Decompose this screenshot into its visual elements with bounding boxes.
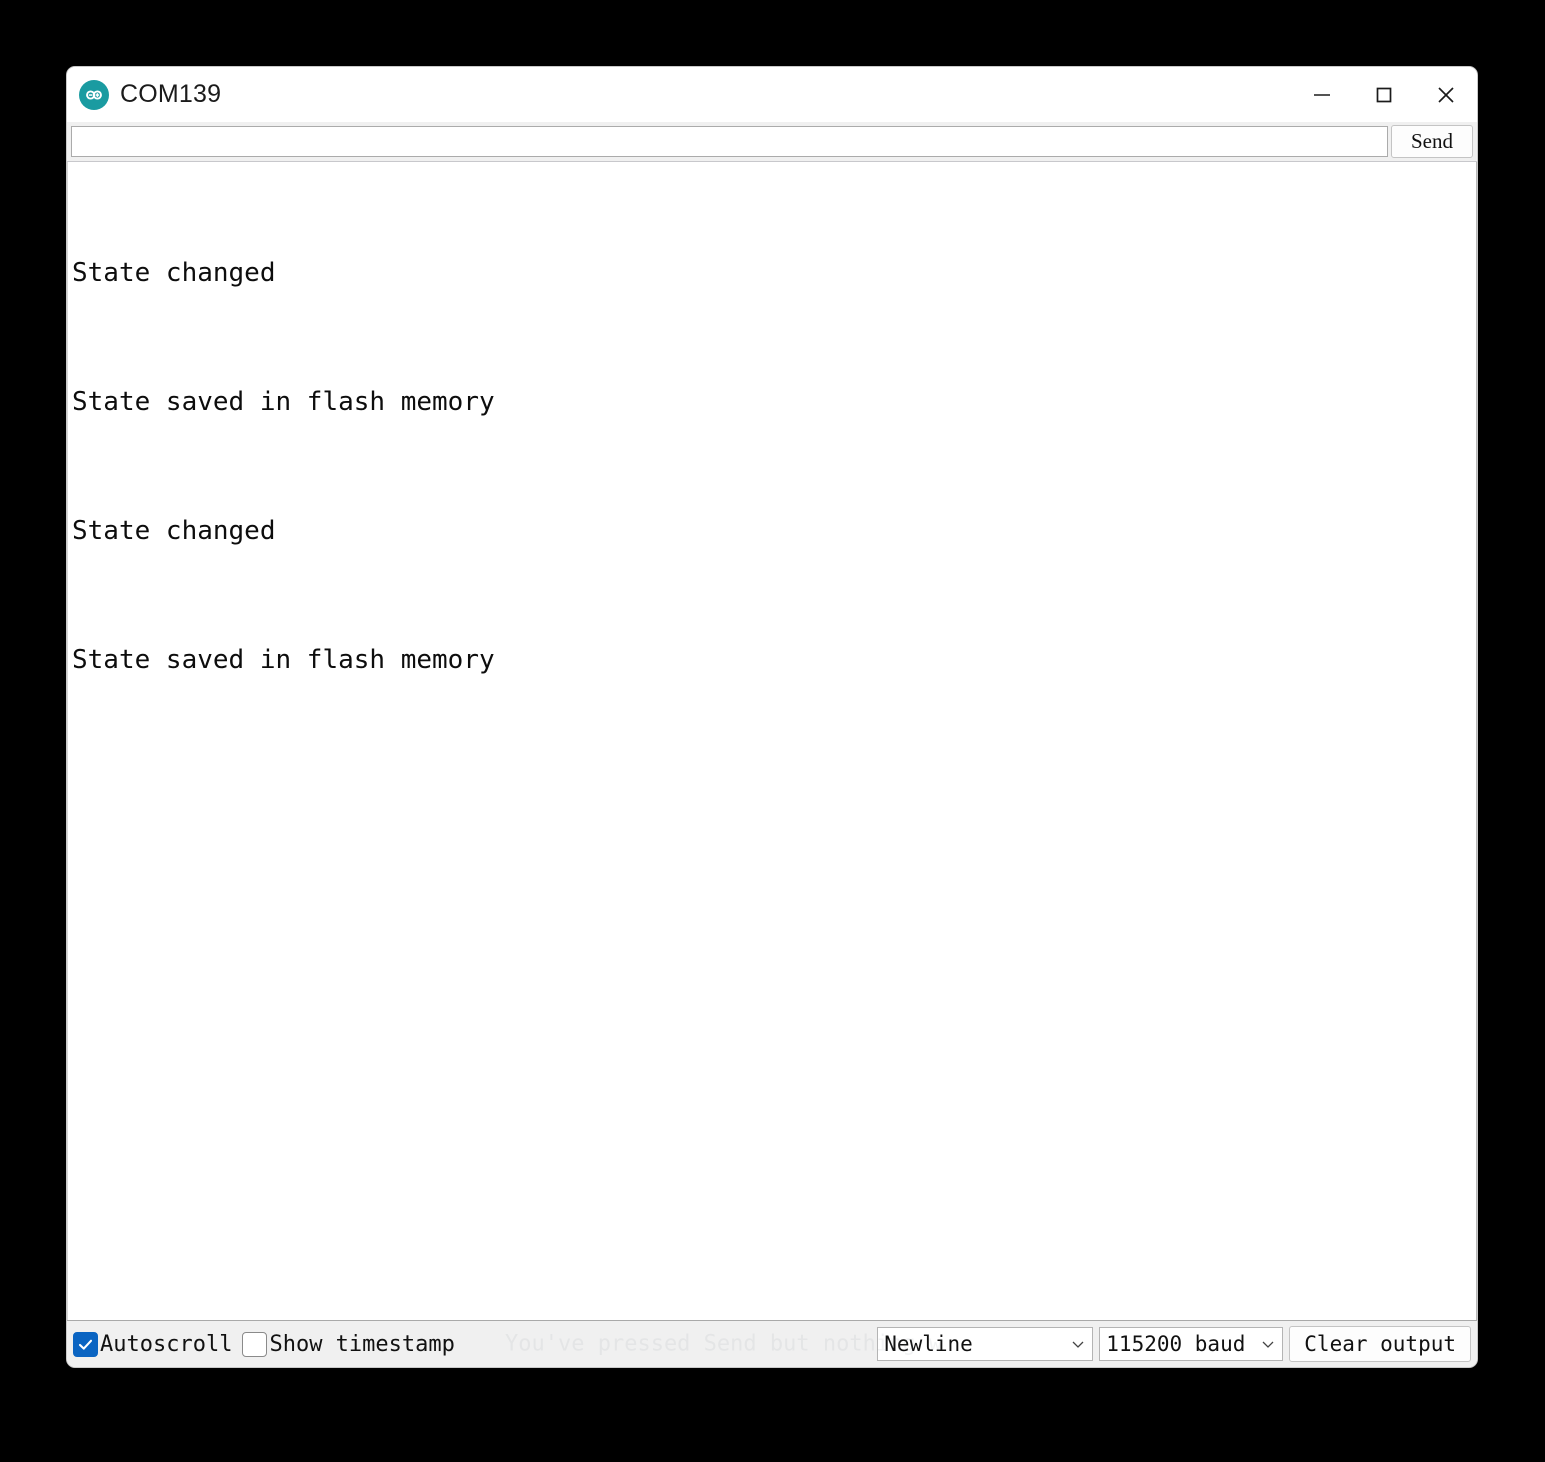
- output-line: State changed: [72, 516, 276, 546]
- autoscroll-checkbox[interactable]: [73, 1331, 98, 1357]
- line-ending-value: Newline: [884, 1332, 973, 1356]
- serial-send-input[interactable]: [71, 126, 1388, 157]
- title-bar: COM139: [67, 67, 1477, 122]
- bottom-toolbar: Autoscroll Show timestamp You've pressed…: [67, 1320, 1477, 1367]
- arduino-infinity-icon: [79, 79, 109, 110]
- check-icon: [78, 1339, 93, 1350]
- serial-output-area[interactable]: State changed State saved in flash memor…: [67, 162, 1477, 1320]
- show-timestamp-label: Show timestamp: [269, 1331, 455, 1357]
- output-line: State saved in flash memory: [72, 387, 495, 417]
- chevron-down-icon: [1072, 1341, 1084, 1348]
- show-timestamp-control[interactable]: Show timestamp: [242, 1331, 455, 1357]
- window-controls: [1291, 67, 1477, 122]
- serial-output-lines: State changed State saved in flash memor…: [72, 166, 1476, 768]
- serial-monitor-window: COM139 Send State changed State saved in…: [66, 66, 1478, 1368]
- chevron-down-icon: [1262, 1341, 1274, 1348]
- maximize-icon[interactable]: [1353, 67, 1415, 122]
- clear-output-button[interactable]: Clear output: [1289, 1326, 1471, 1362]
- line-ending-select[interactable]: Newline: [877, 1327, 1094, 1361]
- output-line: State changed: [72, 258, 276, 288]
- baud-rate-select[interactable]: 115200 baud: [1099, 1327, 1284, 1361]
- autoscroll-control[interactable]: Autoscroll: [73, 1331, 233, 1357]
- send-button[interactable]: Send: [1391, 125, 1473, 158]
- minimize-icon[interactable]: [1291, 67, 1353, 122]
- send-row: Send: [67, 122, 1477, 162]
- autoscroll-label: Autoscroll: [100, 1331, 233, 1357]
- show-timestamp-checkbox[interactable]: [242, 1331, 268, 1357]
- close-icon[interactable]: [1415, 67, 1477, 122]
- output-line: State saved in flash memory: [72, 645, 495, 675]
- baud-rate-value: 115200 baud: [1106, 1332, 1246, 1356]
- window-title: COM139: [120, 80, 222, 108]
